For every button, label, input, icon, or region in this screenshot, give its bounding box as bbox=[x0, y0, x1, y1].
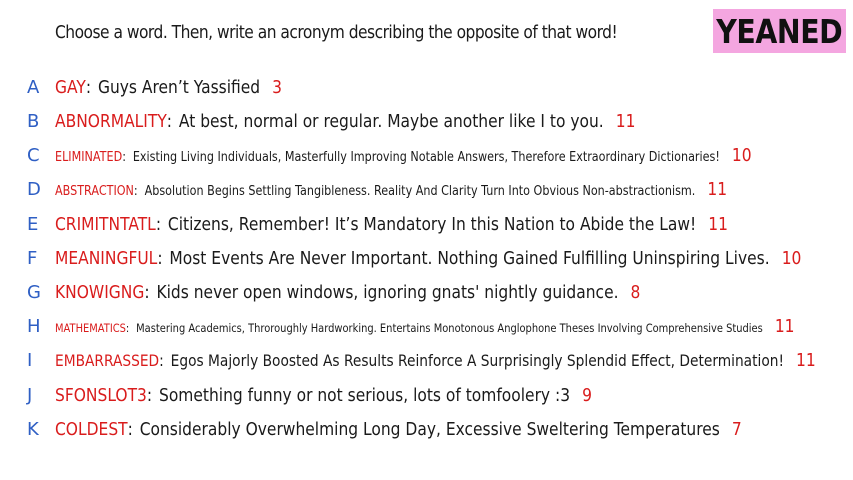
entry-row: G KNOWIGNG: Kids never open windows, igno… bbox=[27, 278, 736, 306]
entry-acronym: Most Events Are Never Important. Nothing… bbox=[169, 247, 770, 269]
entry-letter: D bbox=[27, 178, 41, 200]
entry-word: KNOWIGNG bbox=[55, 281, 145, 303]
entry-colon: : bbox=[144, 281, 150, 303]
entry-score: 11 bbox=[774, 315, 795, 337]
entry-row: E CRIMITNTATL: Citizens, Remember! It’s M… bbox=[27, 210, 838, 238]
entry-colon: : bbox=[159, 350, 164, 370]
entry-row: F MEANINGFUL: Most Events Are Never Impor… bbox=[27, 244, 853, 272]
entry-acronym: Absolution Begins Settling Tangibleness.… bbox=[144, 183, 696, 199]
entry-colon: : bbox=[127, 418, 133, 440]
room-code-badge: YEANED bbox=[713, 9, 846, 53]
entry-content: ABSTRACTION: Absolution Begins Settling T… bbox=[55, 179, 727, 200]
entry-acronym: Guys Aren’t Yassified bbox=[97, 76, 261, 98]
entry-colon: : bbox=[85, 76, 92, 98]
entry-row: D ABSTRACTION: Absolution Begins Settling… bbox=[27, 175, 837, 203]
entry-score: 9 bbox=[582, 384, 592, 406]
entry-row: I EMBARRASSED: Egos Majorly Boosted As Re… bbox=[27, 346, 853, 374]
entry-word: ABSTRACTION bbox=[55, 183, 134, 199]
entry-word: EMBARRASSED bbox=[55, 350, 160, 370]
entry-letter: H bbox=[27, 315, 41, 337]
entry-acronym: Mastering Academics, Throroughly Hardwor… bbox=[136, 320, 763, 335]
entry-score: 10 bbox=[781, 247, 802, 269]
entry-content: SFONSLOT3: Something funny or not serious… bbox=[55, 385, 592, 406]
entry-letter: K bbox=[27, 418, 39, 440]
entry-score: 8 bbox=[630, 281, 641, 303]
entry-acronym: Something funny or not serious, lots of … bbox=[158, 384, 571, 406]
entry-content: COLDEST: Considerably Overwhelming Long D… bbox=[55, 419, 742, 440]
game-screen: Choose a word. Then, write an acronym de… bbox=[0, 0, 853, 480]
entry-score: 7 bbox=[731, 418, 742, 440]
entry-content: GAY: Guys Aren’t Yassified 3 bbox=[55, 77, 282, 98]
entry-acronym: Kids never open windows, ignoring gnats'… bbox=[156, 281, 619, 303]
entry-row: C ELIMINATED: Existing Living Individuals… bbox=[27, 141, 853, 169]
entry-colon: : bbox=[157, 247, 163, 269]
entry-colon: : bbox=[133, 183, 138, 199]
entry-content: KNOWIGNG: Kids never open windows, ignori… bbox=[55, 282, 640, 303]
entry-content: ABNORMALITY: At best, normal or regular. … bbox=[55, 111, 635, 132]
entry-score: 3 bbox=[272, 76, 282, 98]
entry-score: 11 bbox=[615, 110, 636, 132]
entry-acronym: Citizens, Remember! It’s Mandatory In th… bbox=[167, 213, 697, 235]
entry-letter: G bbox=[27, 281, 41, 303]
entry-acronym: Egos Majorly Boosted As Results Reinforc… bbox=[170, 350, 784, 370]
entry-colon: : bbox=[155, 213, 162, 235]
entry-row: H MATHEMATICS: Mastering Academics, Thror… bbox=[27, 312, 853, 340]
entry-letter: I bbox=[27, 349, 33, 371]
entry-acronym: Considerably Overwhelming Long Day, Exce… bbox=[139, 418, 720, 440]
entry-word: MEANINGFUL bbox=[55, 247, 158, 269]
entry-score: 11 bbox=[707, 178, 728, 200]
entry-score: 11 bbox=[796, 349, 816, 371]
prompt-text: Choose a word. Then, write an acronym de… bbox=[55, 22, 618, 43]
entry-score: 11 bbox=[708, 213, 728, 235]
entry-letter: A bbox=[27, 76, 40, 98]
entry-row: B ABNORMALITY: At best, normal or regular… bbox=[27, 107, 730, 135]
entry-row: A GAY: Guys Aren’t Yassified 3 bbox=[27, 73, 319, 101]
entry-word: GAY bbox=[55, 76, 86, 98]
entry-content: MATHEMATICS: Mastering Academics, Throrou… bbox=[55, 316, 795, 337]
entry-colon: : bbox=[166, 110, 173, 132]
entry-colon: : bbox=[146, 384, 153, 406]
entry-word: ABNORMALITY bbox=[55, 110, 167, 132]
entry-colon: : bbox=[122, 149, 126, 165]
entry-score: 10 bbox=[731, 144, 752, 166]
entry-word: CRIMITNTATL bbox=[55, 213, 156, 235]
entry-colon: : bbox=[125, 320, 130, 335]
entry-row: K COLDEST: Considerably Overwhelming Long… bbox=[27, 415, 853, 443]
entry-letter: J bbox=[27, 384, 33, 406]
entry-word: MATHEMATICS bbox=[55, 320, 126, 335]
entry-word: ELIMINATED bbox=[55, 149, 123, 165]
entry-content: ELIMINATED: Existing Living Individuals, … bbox=[55, 145, 752, 166]
entry-letter: C bbox=[27, 144, 40, 166]
room-code-text: YEANED bbox=[716, 11, 843, 51]
entry-content: CRIMITNTATL: Citizens, Remember! It’s Man… bbox=[55, 214, 728, 235]
entry-acronym: At best, normal or regular. Maybe anothe… bbox=[178, 110, 604, 132]
entry-word: SFONSLOT3 bbox=[55, 384, 147, 406]
entry-letter: E bbox=[27, 213, 39, 235]
entry-acronym: Existing Living Individuals, Masterfully… bbox=[132, 149, 720, 165]
entry-row: J SFONSLOT3: Something funny or not serio… bbox=[27, 381, 679, 409]
entry-letter: F bbox=[27, 247, 38, 269]
entry-content: MEANINGFUL: Most Events Are Never Importa… bbox=[55, 248, 801, 269]
entry-letter: B bbox=[27, 110, 40, 132]
entry-content: EMBARRASSED: Egos Majorly Boosted As Resu… bbox=[55, 350, 816, 371]
entry-word: COLDEST bbox=[55, 418, 128, 440]
